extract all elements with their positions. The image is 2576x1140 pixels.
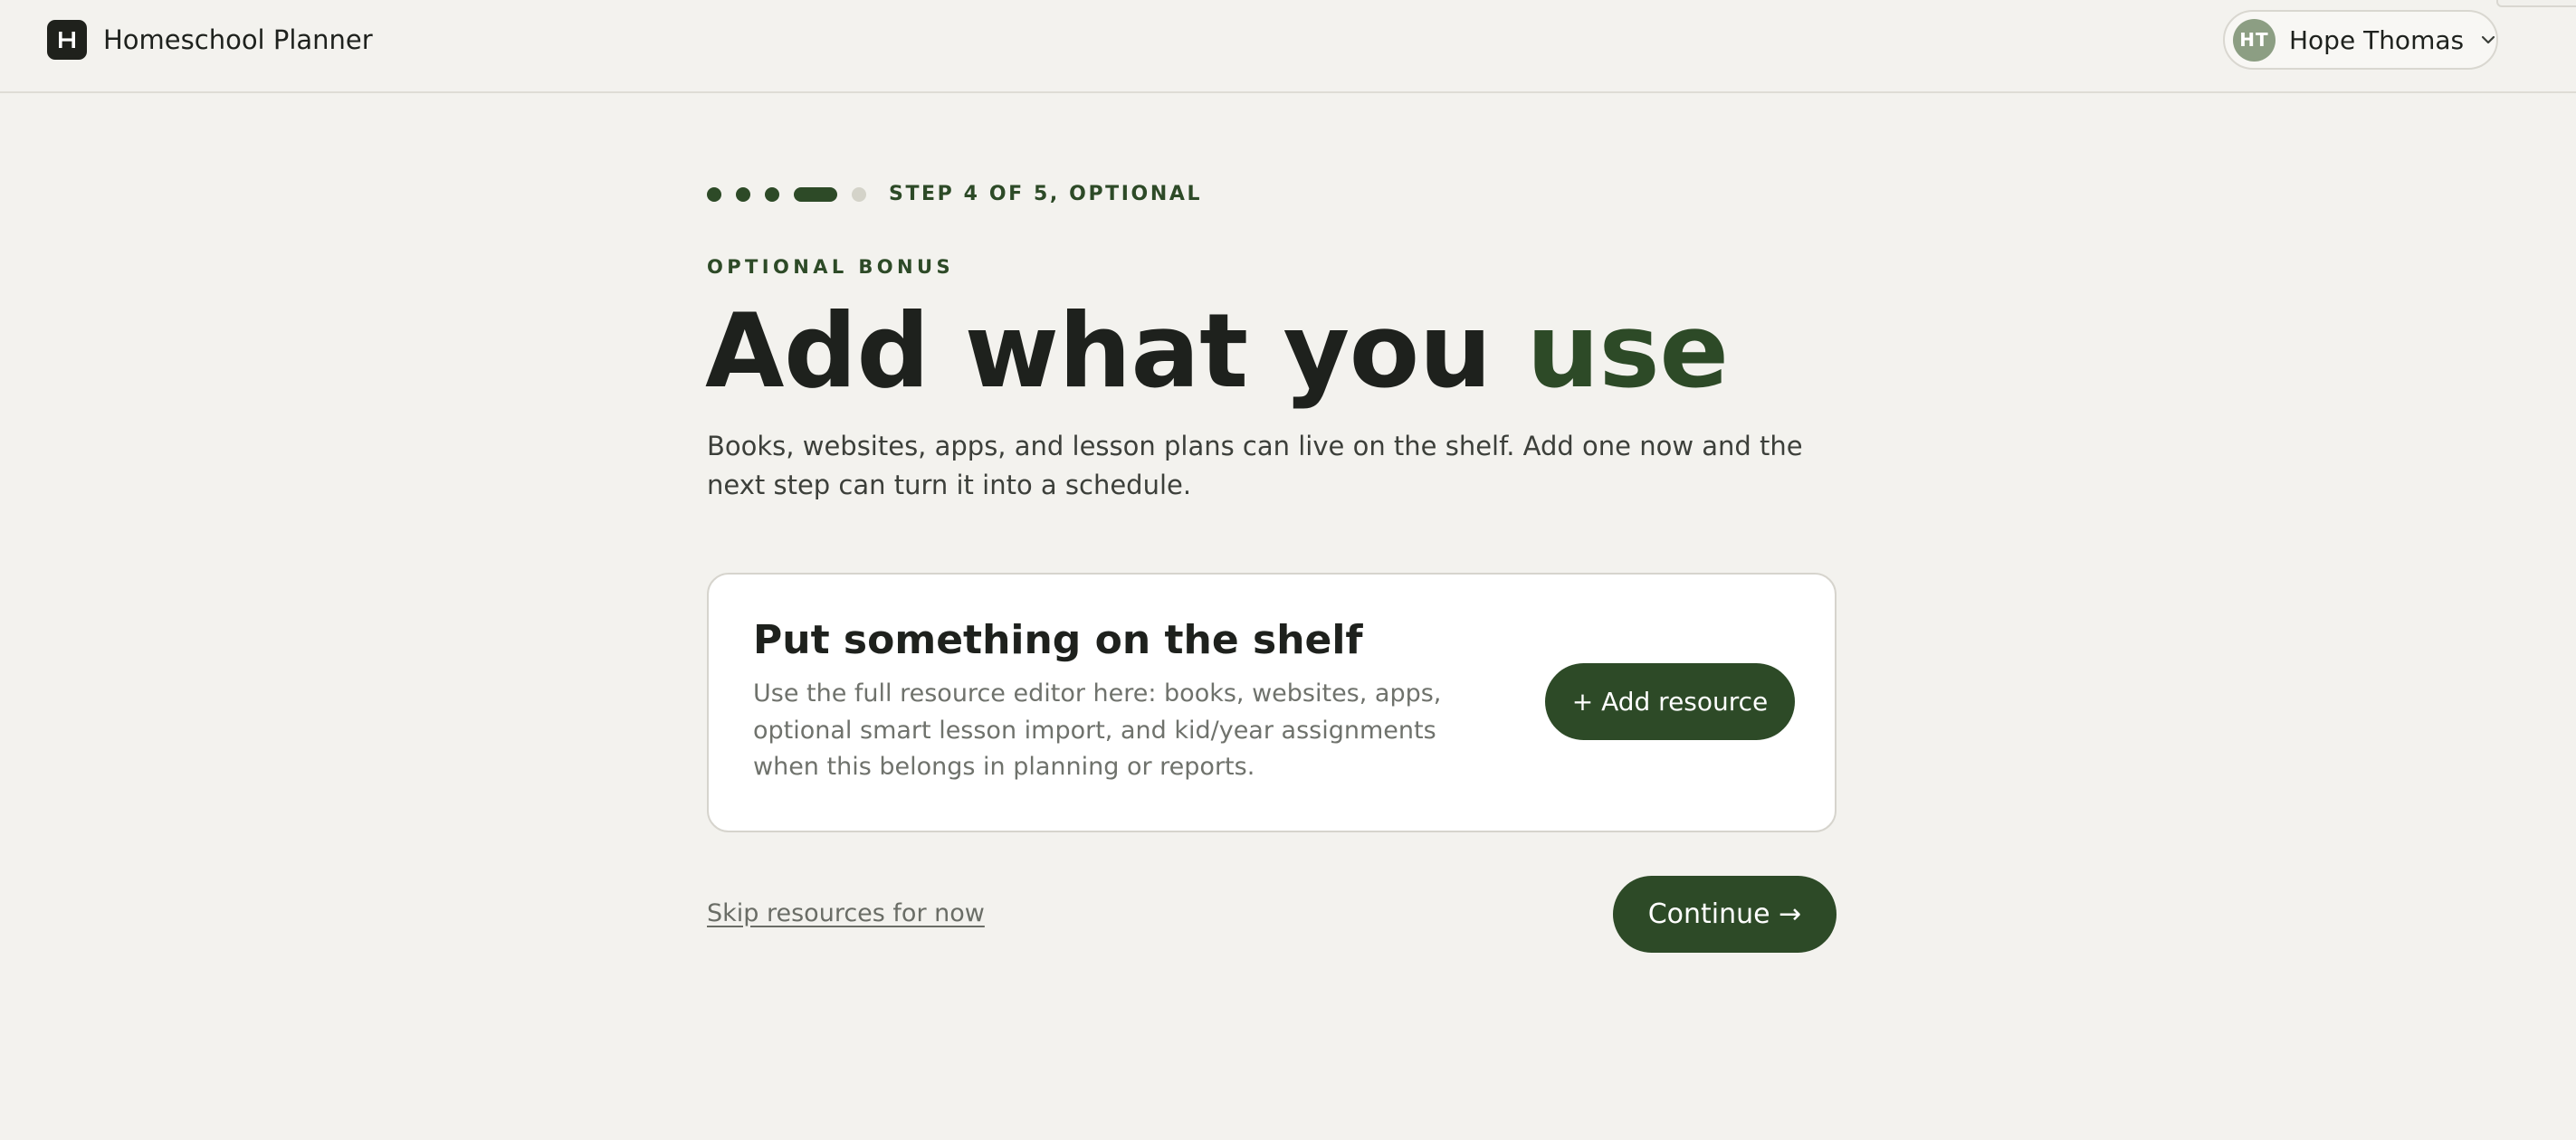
card-title: Put something on the shelf: [753, 617, 1363, 663]
eyebrow-label: OPTIONAL BONUS: [707, 256, 954, 278]
account-menu-button[interactable]: HT Hope Thomas: [2223, 10, 2498, 70]
step-dot-2: [736, 187, 750, 202]
card-description: Use the full resource editor here: books…: [753, 679, 1442, 781]
page-title: Add what you use: [705, 288, 1729, 414]
top-bar: Homeschool Planner HT Hope Thomas: [0, 0, 2576, 93]
h-logo-icon: [59, 32, 75, 48]
page-title-main: Add what you: [705, 291, 1527, 411]
avatar: HT: [2233, 18, 2275, 62]
app-logo[interactable]: [47, 20, 87, 60]
page-title-accent: use: [1526, 291, 1729, 411]
skip-resources-link[interactable]: Skip resources for now: [707, 896, 985, 932]
chevron-down-icon: [2480, 34, 2496, 45]
corner-tab[interactable]: [2496, 0, 2576, 7]
add-resource-button[interactable]: + Add resource: [1545, 663, 1795, 740]
step-dot-3: [765, 187, 779, 202]
step-progress: [707, 185, 881, 204]
step-dot-5: [852, 187, 866, 202]
continue-button[interactable]: Continue →: [1613, 876, 1837, 953]
app-title[interactable]: Homeschool Planner: [103, 20, 373, 60]
resource-card: Put something on the shelf Use the full …: [707, 573, 1837, 832]
account-name: Hope Thomas: [2289, 24, 2465, 55]
step-dot-1: [707, 187, 721, 202]
intro-text: Books, websites, apps, and lesson plans …: [707, 431, 1803, 500]
step-dot-4-current: [794, 187, 837, 202]
step-label: STEP 4 OF 5, OPTIONAL: [889, 183, 1203, 205]
